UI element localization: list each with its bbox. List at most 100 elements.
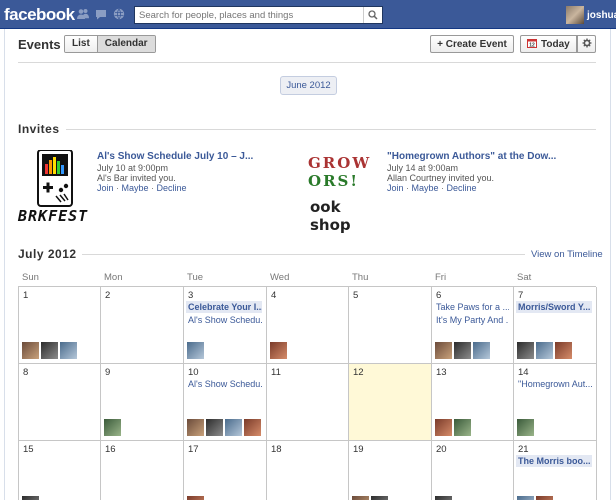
calendar-event[interactable]: Celebrate Your I...: [186, 301, 262, 313]
calendar-day-cell[interactable]: 10 Al's Show Schedu...: [184, 364, 267, 441]
join-link[interactable]: Join: [97, 183, 114, 193]
calendar-day-cell[interactable]: 9: [101, 364, 184, 441]
calendar-day-cell-today[interactable]: 12: [349, 364, 432, 441]
attendee-avatar[interactable]: [435, 342, 452, 359]
attendee-thumbnails: [22, 342, 77, 359]
calendar-day-cell[interactable]: 21 The Morris boo...: [514, 441, 597, 500]
maybe-link[interactable]: Maybe: [122, 183, 149, 193]
attendee-avatar[interactable]: [473, 342, 490, 359]
calendar-day-cell[interactable]: 2: [101, 287, 184, 364]
invite-title[interactable]: Al's Show Schedule July 10 – J...: [97, 151, 253, 162]
attendee-avatar[interactable]: [536, 342, 553, 359]
invite-title[interactable]: "Homegrown Authors" at the Dow...: [387, 151, 556, 162]
invites-divider: [66, 129, 596, 130]
calendar-day-cell[interactable]: 11: [267, 364, 349, 441]
attendee-avatar[interactable]: [206, 419, 223, 436]
calendar-divider: [82, 254, 525, 255]
attendee-avatar[interactable]: [536, 496, 553, 500]
attendee-thumbnails: [352, 496, 388, 500]
poster-bookshop-text: ook shop: [310, 198, 351, 234]
attendee-avatar[interactable]: [371, 496, 388, 500]
weekday-label: Wed: [270, 272, 290, 283]
content-border-right: [610, 29, 611, 500]
user-name[interactable]: joshua: [587, 10, 616, 21]
attendee-avatar[interactable]: [41, 342, 58, 359]
join-link[interactable]: Join: [387, 183, 404, 193]
view-on-timeline-link[interactable]: View on Timeline: [531, 249, 603, 260]
attendee-avatar[interactable]: [270, 342, 287, 359]
calendar-event[interactable]: It's My Party And ...: [434, 314, 509, 326]
poster-brkfest-text: BRKFEST: [18, 207, 89, 225]
day-number: 9: [105, 367, 111, 378]
search-input[interactable]: [135, 7, 360, 23]
calendar-day-cell[interactable]: 19: [349, 441, 432, 500]
calendar-day-cell[interactable]: 20: [432, 441, 514, 500]
calendar-day-cell[interactable]: 13: [432, 364, 514, 441]
attendee-avatar[interactable]: [22, 496, 39, 500]
attendee-avatar[interactable]: [435, 496, 452, 500]
calendar-day-cell[interactable]: 18: [267, 441, 349, 500]
today-button[interactable]: 12 Today: [520, 35, 577, 53]
attendee-thumbnails: [187, 496, 204, 500]
calendar-day-cell[interactable]: 4: [267, 287, 349, 364]
attendee-avatar[interactable]: [60, 342, 77, 359]
decline-link[interactable]: Decline: [157, 183, 187, 193]
attendee-avatar[interactable]: [187, 342, 204, 359]
attendee-avatar[interactable]: [104, 419, 121, 436]
calendar-day-cell[interactable]: 6 Take Paws for a ... It's My Party And ..…: [432, 287, 514, 364]
weekday-label: Fri: [435, 272, 447, 283]
search-icon[interactable]: [363, 7, 382, 23]
calendar-day-cell[interactable]: 5: [349, 287, 432, 364]
day-number: 4: [271, 290, 277, 301]
attendee-avatar[interactable]: [517, 419, 534, 436]
calendar-day-cell[interactable]: 17: [184, 441, 267, 500]
attendee-avatar[interactable]: [22, 342, 39, 359]
attendee-avatar[interactable]: [352, 496, 369, 500]
calendar-event[interactable]: Morris/Sword Y...: [516, 301, 592, 313]
event-poster-image[interactable]: BRKFEST: [18, 149, 90, 225]
attendee-avatar[interactable]: [187, 419, 204, 436]
calendar-day-cell[interactable]: 8: [19, 364, 101, 441]
avatar[interactable]: [566, 6, 584, 24]
messages-icon[interactable]: [95, 8, 107, 20]
decline-link[interactable]: Decline: [447, 183, 477, 193]
attendee-avatar[interactable]: [517, 342, 534, 359]
attendee-avatar[interactable]: [435, 419, 452, 436]
attendee-avatar[interactable]: [454, 342, 471, 359]
event-poster-image[interactable]: GROW ORS! ook shop: [306, 150, 382, 234]
day-number: 7: [518, 290, 524, 301]
attendee-avatar[interactable]: [225, 419, 242, 436]
calendar-day-cell[interactable]: 14 "Homegrown Aut...: [514, 364, 597, 441]
create-event-button[interactable]: + Create Event: [430, 35, 514, 53]
settings-button[interactable]: [577, 35, 596, 53]
maybe-link[interactable]: Maybe: [412, 183, 439, 193]
calendar-view-button[interactable]: Calendar: [96, 36, 155, 52]
calendar-event[interactable]: Take Paws for a ...: [434, 301, 509, 313]
day-number: 5: [353, 290, 359, 301]
attendee-avatar[interactable]: [517, 496, 534, 500]
notifications-icon[interactable]: [113, 8, 125, 20]
calendar-day-cell[interactable]: 16: [101, 441, 184, 500]
attendee-avatar[interactable]: [555, 342, 572, 359]
weekday-label: Mon: [104, 272, 123, 283]
search-box[interactable]: [134, 6, 383, 24]
calendar-event[interactable]: Al's Show Schedu...: [186, 378, 262, 390]
calendar-day-cell[interactable]: 3 Celebrate Your I... Al's Show Schedu...: [184, 287, 267, 364]
month-selector[interactable]: June 2012: [280, 76, 337, 95]
attendee-avatar[interactable]: [244, 419, 261, 436]
friend-requests-icon[interactable]: [77, 8, 89, 20]
facebook-logo[interactable]: facebook: [4, 5, 75, 25]
calendar-day-cell[interactable]: 7 Morris/Sword Y...: [514, 287, 597, 364]
calendar-day-cell[interactable]: 1: [19, 287, 101, 364]
calendar-day-cell[interactable]: 15: [19, 441, 101, 500]
calendar-event[interactable]: "Homegrown Aut...: [516, 378, 592, 390]
calendar-event[interactable]: The Morris boo...: [516, 455, 592, 467]
list-view-button[interactable]: List: [65, 36, 97, 52]
user-profile-link[interactable]: joshua: [566, 6, 616, 24]
gear-icon: [582, 38, 592, 51]
invite-actions: Join · Maybe · Decline: [387, 183, 477, 193]
attendee-avatar[interactable]: [187, 496, 204, 500]
day-number: 8: [23, 367, 29, 378]
attendee-avatar[interactable]: [454, 419, 471, 436]
calendar-event[interactable]: Al's Show Schedu...: [186, 314, 262, 326]
